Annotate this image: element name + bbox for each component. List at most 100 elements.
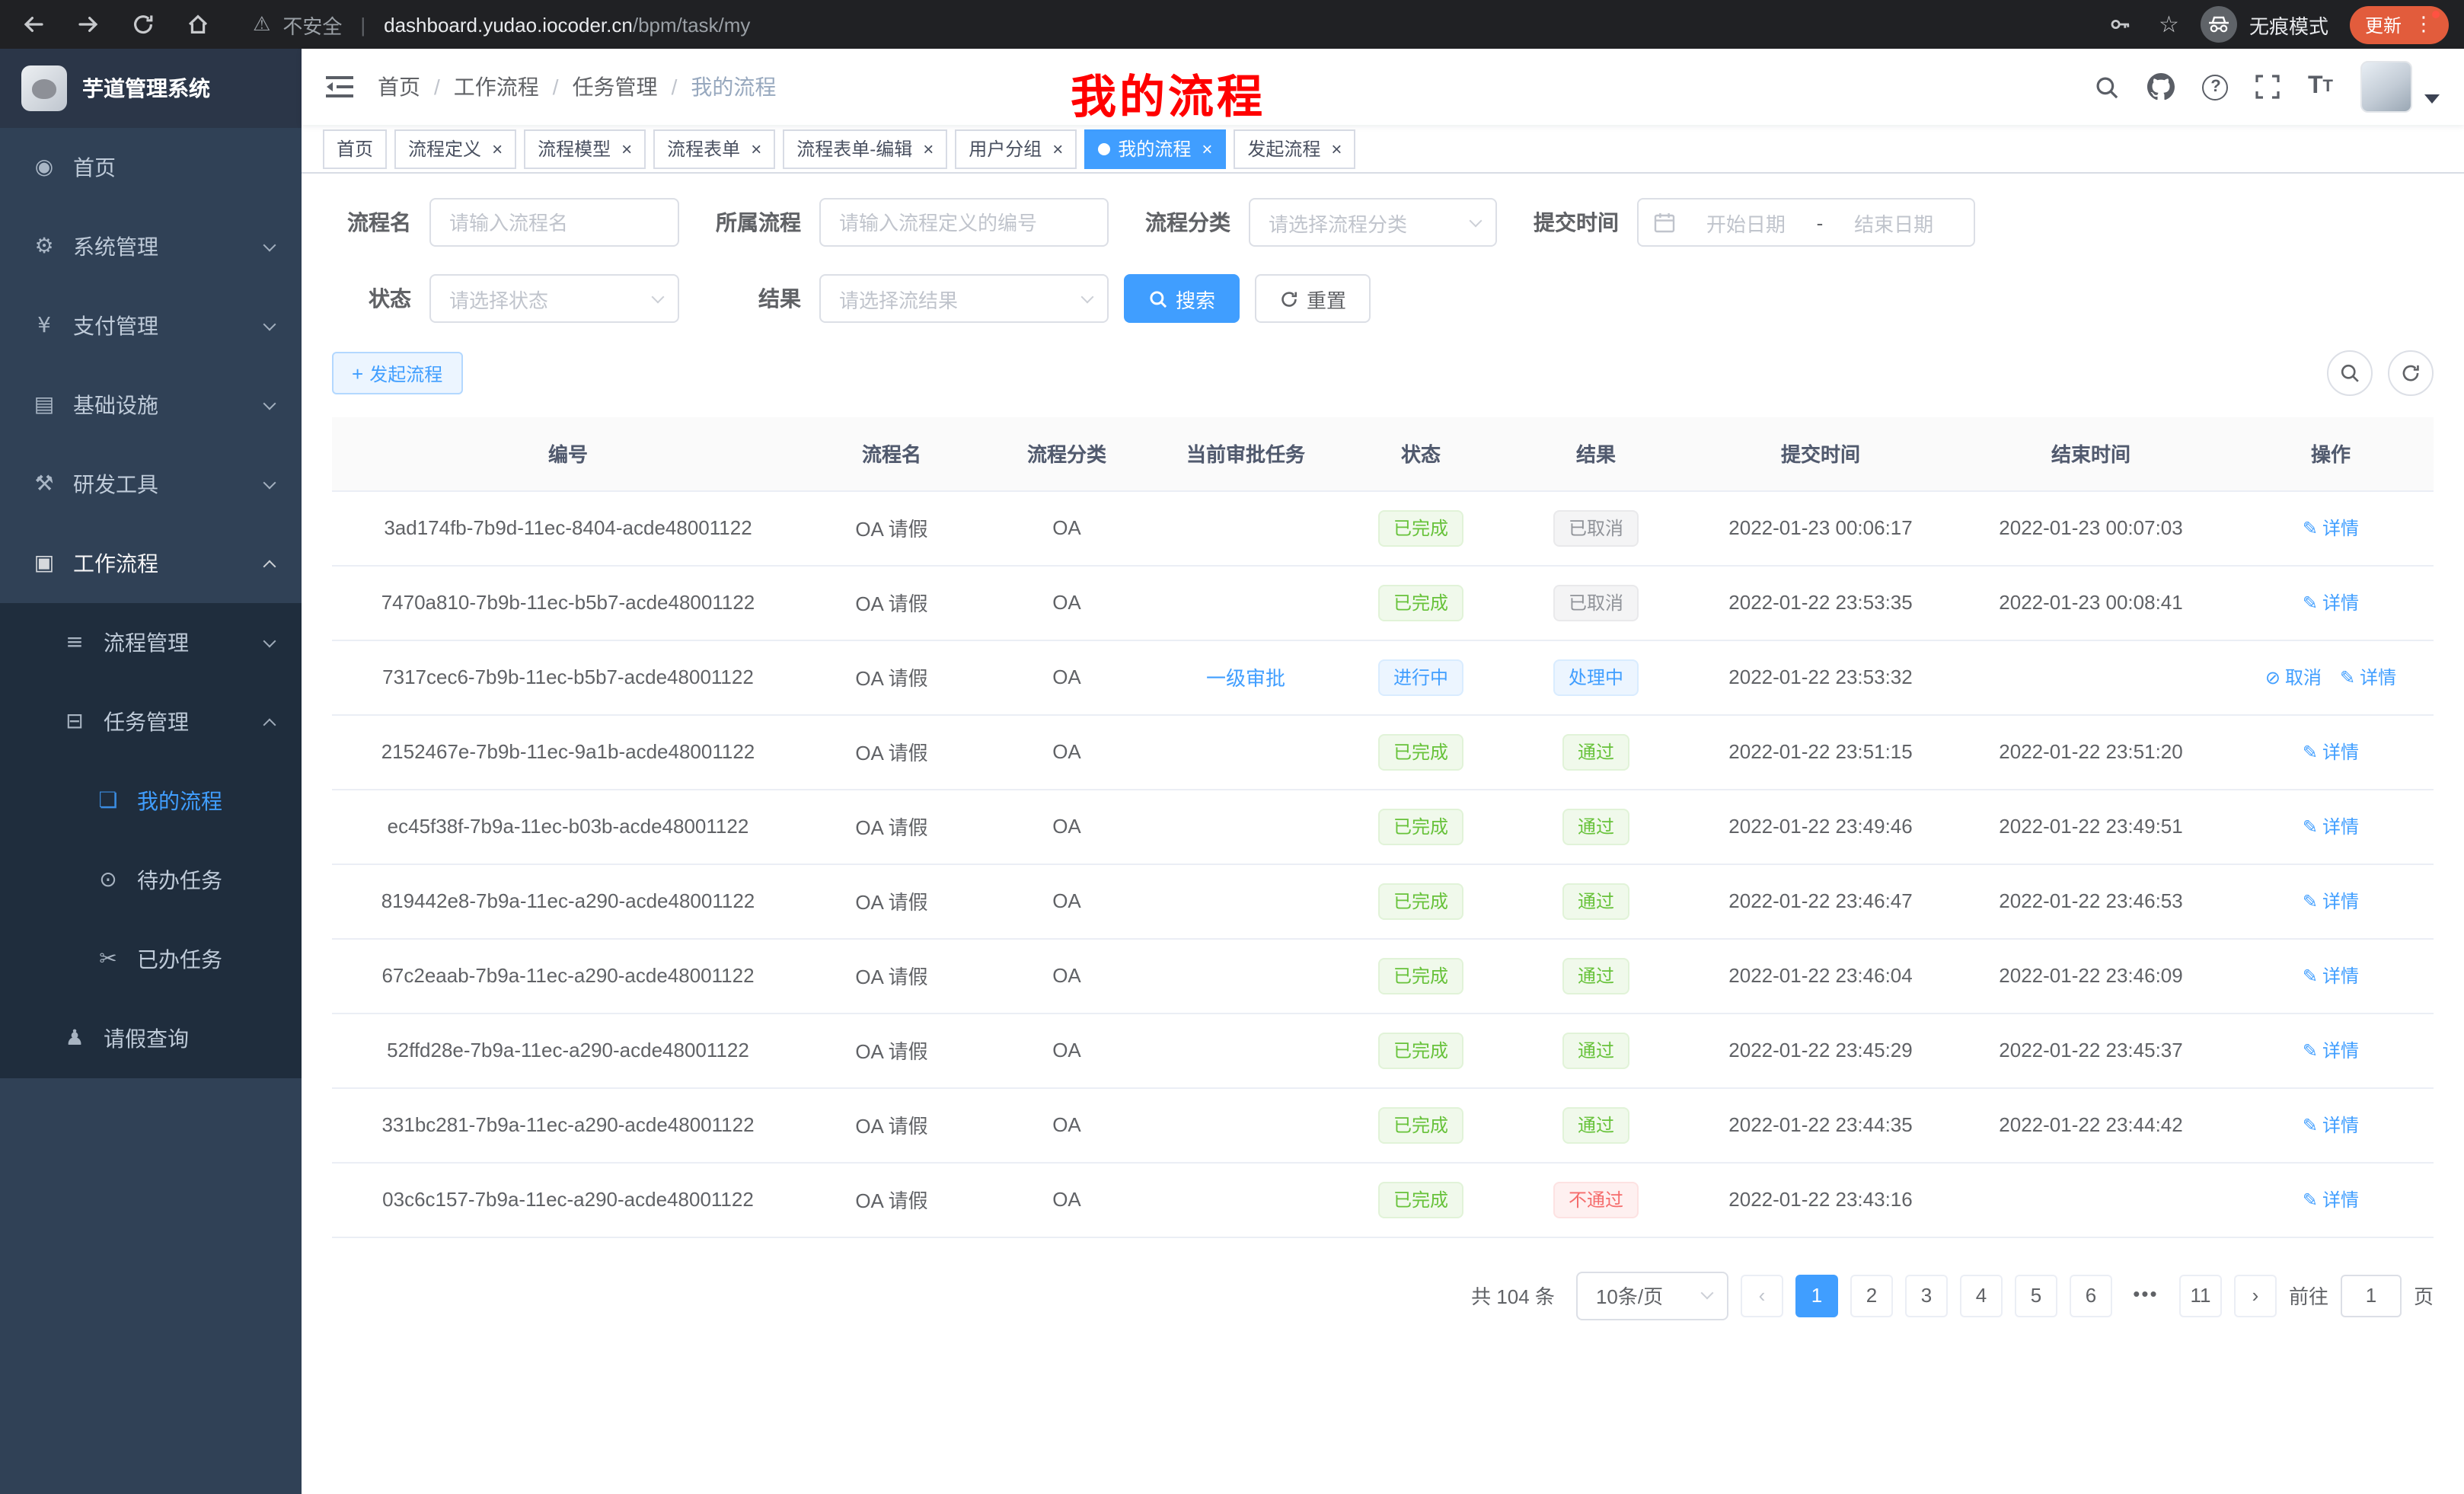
tools-icon: ⚒ [30,472,58,496]
detail-button[interactable]: ✎详情 [2303,813,2359,839]
sidebar-item-4[interactable]: ⚒研发工具 [0,445,302,524]
browser-update-button[interactable]: 更新 ⋮ [2350,5,2449,43]
detail-button[interactable]: ✎详情 [2303,1037,2359,1063]
cancel-button[interactable]: ⊘取消 [2265,664,2322,690]
page-button-11[interactable]: 11 [2179,1274,2222,1317]
detail-button[interactable]: ✎详情 [2340,664,2396,690]
chevron-down-icon[interactable] [2424,94,2440,104]
tab-close-icon[interactable]: × [751,139,761,158]
sidebar-item-1[interactable]: ⚙系统管理 [0,207,302,286]
sidebar-item-7[interactable]: ⊟任务管理 [0,682,302,761]
detail-button[interactable]: ✎详情 [2303,739,2359,765]
show-search-button[interactable] [2327,350,2373,396]
tab-5[interactable]: 用户分组× [955,129,1077,168]
sidebar-item-11[interactable]: ♟请假查询 [0,999,302,1078]
detail-button[interactable]: ✎详情 [2303,515,2359,541]
browser-reload-icon[interactable] [125,6,161,43]
app-logo[interactable]: 芋道管理系统 [0,49,302,128]
tab-0[interactable]: 首页 [323,129,387,168]
sidebar-item-8[interactable]: ❏我的流程 [0,761,302,841]
bookmark-star-icon[interactable]: ☆ [2159,11,2179,38]
browser-menu-icon[interactable]: ⋮ [2414,14,2434,34]
tab-close-icon[interactable]: × [1331,139,1342,158]
detail-button[interactable]: ✎详情 [2303,589,2359,615]
result-select[interactable]: 请选择流结果 [819,274,1109,323]
chevron-down-icon [1700,1287,1713,1300]
detail-icon: ✎ [2303,1114,2318,1135]
breadcrumb-item[interactable]: 任务管理 [573,72,658,102]
sidebar-item-9[interactable]: ⊙待办任务 [0,841,302,920]
sidebar-item-3[interactable]: ▤基础设施 [0,366,302,445]
breadcrumb-item[interactable]: 工作流程 [454,72,539,102]
tab-close-icon[interactable]: × [621,139,632,158]
cell-status: 进行中 [1337,640,1505,714]
cell-category: OA [979,938,1154,1013]
tab-2[interactable]: 流程模型× [524,129,646,168]
font-size-icon[interactable]: TT [2308,75,2333,99]
infrastructure-icon: ▤ [30,393,58,417]
user-icon: ♟ [61,1026,88,1051]
pager-ellipsis[interactable]: ••• [2124,1274,2167,1317]
detail-button[interactable]: ✎详情 [2303,1186,2359,1212]
reset-button[interactable]: 重置 [1255,274,1371,323]
cell-process-name: OA 请假 [804,938,979,1013]
browser-home-icon[interactable] [180,6,216,43]
detail-button[interactable]: ✎详情 [2303,962,2359,988]
security-label: 不安全 [282,10,342,39]
browser-forward-icon[interactable] [70,6,107,43]
page-button-5[interactable]: 5 [2015,1274,2057,1317]
tab-close-icon[interactable]: × [1052,139,1063,158]
start-process-label: 发起流程 [369,360,442,386]
cell-actions: ✎详情 [2228,490,2434,565]
sidebar-item-label: 首页 [73,152,116,183]
tab-4[interactable]: 流程表单-编辑× [783,129,947,168]
prev-page-button[interactable]: ‹ [1741,1274,1783,1317]
search-button[interactable]: 搜索 [1124,274,1240,323]
tab-1[interactable]: 流程定义× [394,129,516,168]
avatar[interactable] [2360,61,2412,113]
refresh-button[interactable] [2388,350,2434,396]
status-select[interactable]: 请选择状态 [429,274,679,323]
result-badge: 通过 [1562,883,1629,919]
process-name-input[interactable] [429,198,679,247]
sidebar-item-6[interactable]: ≡流程管理 [0,603,302,682]
category-select[interactable]: 请选择流程分类 [1249,198,1497,247]
github-icon[interactable] [2148,73,2175,101]
page-size-select[interactable]: 10条/页 [1576,1271,1728,1320]
submit-time-range[interactable]: 开始日期 - 结束日期 [1637,198,1975,247]
detail-button[interactable]: ✎详情 [2303,1112,2359,1138]
sidebar-item-10[interactable]: ✂已办任务 [0,920,302,999]
action-label: 详情 [2360,664,2396,690]
page-button-4[interactable]: 4 [1960,1274,2003,1317]
goto-page-input[interactable] [2341,1274,2402,1317]
password-key-icon[interactable] [2101,6,2137,43]
start-process-button[interactable]: + 发起流程 [332,352,462,394]
help-icon[interactable]: ? [2203,74,2229,100]
tab-6[interactable]: 我的流程× [1084,129,1226,168]
owner-process-input[interactable] [819,198,1109,247]
tab-7[interactable]: 发起流程× [1234,129,1355,168]
task-link[interactable]: 一级审批 [1206,667,1285,690]
browser-back-icon[interactable] [15,6,52,43]
tab-close-icon[interactable]: × [492,139,503,158]
sidebar-item-2[interactable]: ¥支付管理 [0,286,302,366]
breadcrumb-item[interactable]: 首页 [378,72,420,102]
next-page-button[interactable]: › [2234,1274,2277,1317]
page-button-3[interactable]: 3 [1905,1274,1948,1317]
tab-close-icon[interactable]: × [923,139,934,158]
page-button-1[interactable]: 1 [1795,1274,1838,1317]
fullscreen-icon[interactable] [2256,75,2280,99]
sidebar-item-5[interactable]: ▣工作流程 [0,524,302,603]
hamburger-icon[interactable] [326,75,353,99]
filter-row-1: 流程名 所属流程 流程分类 请选择流程分类 [332,198,2434,247]
detail-button[interactable]: ✎详情 [2303,888,2359,914]
page-button-2[interactable]: 2 [1850,1274,1893,1317]
sidebar-item-0[interactable]: ◉首页 [0,128,302,207]
search-icon[interactable] [2095,74,2121,100]
tab-close-icon[interactable]: × [1202,139,1212,158]
cell-category: OA [979,565,1154,640]
tab-label: 首页 [337,136,373,161]
address-bar[interactable]: ⚠ 不安全 | dashboard.yudao.iocoder.cn/bpm/t… [253,10,750,39]
page-button-6[interactable]: 6 [2070,1274,2112,1317]
tab-3[interactable]: 流程表单× [653,129,775,168]
